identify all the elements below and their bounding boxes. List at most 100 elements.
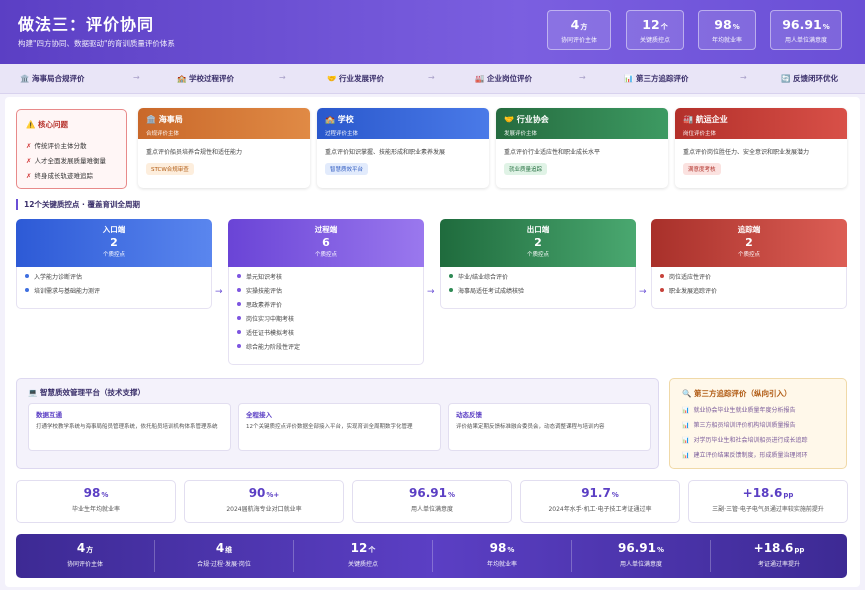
platform-box-feedback: 动态反馈 评价结果定期反馈标准融合委员会，动态调整课程与培训内容 (448, 403, 651, 451)
core-problem-item: ✗ 人才全面发展质量难衡量 (26, 157, 106, 165)
subject-card-maritime: 🏛️ 海事局 合规评价主体 重点评价船员培养合规性和适任能力 STCW合规审查 (138, 108, 310, 188)
evaluation-flow-bar: 🏛️ 海事局合规评价 → 🏫 学校过程评价 → 🤝 行业发展评价 → 🏭 企业岗… (0, 64, 865, 94)
summary-stat: 4方 协同评价主体 (66, 541, 103, 568)
summary-stat: 4维 合规·过程·发展·岗位 (197, 541, 251, 568)
core-problem-title: ⚠️ 核心问题 (26, 120, 68, 129)
cross-icon: ✗ (26, 172, 32, 180)
flow-step-industry: 🤝 行业发展评价 (327, 74, 384, 83)
stage-arrow-icon: → (427, 287, 435, 297)
stage-item: 单元知识考核 (237, 271, 415, 285)
subject-tag: STCW合规审查 (146, 163, 194, 175)
subject-tag: 就业质量追踪 (504, 163, 548, 175)
summary-stat: 12个 关键质控点 (347, 541, 378, 568)
flow-arrow-icon: → (579, 73, 586, 82)
flow-arrow-icon: → (133, 73, 140, 82)
subject-card-desc: 重点评价船员培养合规性和适任能力 (146, 149, 243, 156)
header-stat: 98% 年均就业率 (698, 10, 756, 50)
flow-arrow-icon: → (740, 73, 747, 82)
building-icon: 🏛️ (20, 74, 30, 83)
handshake-icon: 🤝 (504, 115, 514, 124)
subject-card-desc: 重点评价行业适应性和职业成长水平 (504, 149, 601, 156)
building-icon: 🏛️ (146, 115, 156, 124)
cycle-icon: 🔄 (781, 74, 791, 83)
third-party-item: 📊 就业协会毕业生就业质量年度分析报告 (682, 407, 796, 414)
stage-list-tracking: 岗位适应性评价 职业发展追踪评价 (651, 267, 847, 309)
chart-icon: 📊 (682, 422, 690, 429)
header-stat: 4方 协同评价主体 (547, 10, 611, 50)
subject-card-desc: 重点评价知识掌握、技能形成和职业素养发展 (325, 149, 446, 156)
handshake-icon: 🤝 (327, 74, 337, 83)
chart-icon: 📊 (682, 407, 690, 414)
kpi-card: 96.91% 用人单位满意度 (352, 480, 512, 523)
platform-panel: 💻 智慧质效管理平台（技术支撑） 数据互通 打通学校教学系统与海事局船员管理系统，… (16, 378, 659, 469)
platform-box-data: 数据互通 打通学校教学系统与海事局船员管理系统，依托船员培训机构体系管理系统 (28, 403, 231, 451)
kpi-card: 91.7% 2024年水手·机工·电子技工考证通过率 (520, 480, 680, 523)
chart-icon: 📊 (682, 437, 690, 444)
page-title: 做法三：评价协同 (18, 15, 155, 34)
stage-list-entry: 入学能力诊断评估 培训需求与基础能力测评 (16, 267, 212, 309)
third-party-item: 📊 对学历毕业生和社会培训船员进行成长追踪 (682, 437, 808, 444)
platform-box-access: 全程接入 12个关键质控点评价数据全部接入平台，实现育训全周期数字化管理 (238, 403, 441, 451)
section-title: 12个关键质控点 · 覆盖育训全周期 (16, 199, 140, 210)
core-problem-item: ✗ 终身成长轨迹难追踪 (26, 172, 93, 180)
summary-stat: +18.6pp 考证通过率提升 (753, 541, 805, 568)
factory-icon: 🏭 (683, 115, 693, 124)
subject-card-header: 🏫 学校 过程评价主体 (317, 108, 489, 139)
third-party-panel: 🔍 第三方追踪评价（纵向引入） 📊 就业协会毕业生就业质量年度分析报告 📊 第三方船… (669, 378, 847, 469)
third-party-item: 📊 建立评价结果反馈制度，形成质量治理闭环 (682, 452, 808, 459)
subject-card-header: 🏭 航运企业 岗位评价主体 (675, 108, 847, 139)
subject-card-school: 🏫 学校 过程评价主体 重点评价知识掌握、技能形成和职业素养发展 智慧质效平台 (317, 108, 489, 188)
third-party-item: 📊 第三方船员培训评价机构培训质量报告 (682, 422, 796, 429)
kpi-card: 98% 毕业生年均就业率 (16, 480, 176, 523)
flow-step-third-party: 📊 第三方追踪评价 (624, 74, 689, 83)
core-problem-item: ✗ 传统评价主体分散 (26, 142, 87, 150)
header-stat: 12个 关键质控点 (626, 10, 684, 50)
third-party-title: 🔍 第三方追踪评价（纵向引入） (682, 389, 792, 398)
stage-item: 适任证书模拟考核 (237, 327, 415, 341)
stage-item: 入学能力诊断评估 (25, 271, 203, 285)
magnifier-icon: 🔍 (682, 389, 692, 398)
stage-item: 岗位实习中期考核 (237, 313, 415, 327)
subject-card-enterprise: 🏭 航运企业 岗位评价主体 重点评价岗位胜任力、安全意识和职业发展潜力 满意度考核 (675, 108, 847, 188)
kpi-card: +18.6pp 三副·三管·电子电气员通过率较实施前提升 (688, 480, 848, 523)
subject-card-industry: 🤝 行业协会 发展评价主体 重点评价行业适应性和职业成长水平 就业质量追踪 (496, 108, 668, 188)
header-banner: 做法三：评价协同 构建"四方协同、数据驱动"的育训质量评价体系 4方 协同评价主体… (0, 0, 865, 64)
subject-tag: 智慧质效平台 (325, 163, 369, 175)
stage-list-process: 单元知识考核 实操技能评估 思政素养评价 岗位实习中期考核 适任证书模拟考核 综… (228, 267, 424, 365)
subject-card-desc: 重点评价岗位胜任力、安全意识和职业发展潜力 (683, 149, 810, 156)
stage-item: 岗位适应性评价 (660, 271, 838, 285)
stage-item: 毕业/结业综合评价 (449, 271, 627, 285)
flow-step-feedback: 🔄 反馈闭环优化 (781, 74, 838, 83)
core-problem-card: ⚠️ 核心问题 ✗ 传统评价主体分散 ✗ 人才全面发展质量难衡量 ✗ 终身成长轨迹难追… (16, 109, 127, 189)
chart-icon: 📊 (624, 74, 634, 83)
page-subtitle: 构建"四方协同、数据驱动"的育训质量评价体系 (18, 39, 175, 48)
stage-item: 职业发展追踪评价 (660, 285, 838, 299)
header-stat: 96.91% 用人单位满意度 (770, 10, 842, 50)
stage-arrow-icon: → (215, 287, 223, 297)
flow-step-school: 🏫 学校过程评价 (177, 74, 234, 83)
subject-card-header: 🤝 行业协会 发展评价主体 (496, 108, 668, 139)
flow-step-maritime: 🏛️ 海事局合规评价 (20, 74, 85, 83)
school-icon: 🏫 (177, 74, 187, 83)
computer-icon: 💻 (28, 388, 38, 397)
subject-tag: 满意度考核 (683, 163, 721, 175)
main-panel: ⚠️ 核心问题 ✗ 传统评价主体分散 ✗ 人才全面发展质量难衡量 ✗ 终身成长轨迹难追… (5, 97, 860, 587)
warning-icon: ⚠️ (26, 120, 36, 129)
stage-item: 海事局适任考试成绩核验 (449, 285, 627, 299)
summary-stat: 98% 年均就业率 (486, 541, 517, 568)
stage-item: 实操技能评估 (237, 285, 415, 299)
flow-arrow-icon: → (428, 73, 435, 82)
stage-item: 思政素养评价 (237, 299, 415, 313)
chart-icon: 📊 (682, 452, 690, 459)
kpi-card: 90%+ 2024届航海专业对口就业率 (184, 480, 344, 523)
factory-icon: 🏭 (475, 74, 485, 83)
stage-arrow-icon: → (639, 287, 647, 297)
cross-icon: ✗ (26, 157, 32, 165)
stage-header-process: 过程端 6 个质控点 (228, 219, 424, 267)
subject-card-header: 🏛️ 海事局 合规评价主体 (138, 108, 310, 139)
stage-header-entry: 入口端 2 个质控点 (16, 219, 212, 267)
stage-item: 培训需求与基础能力测评 (25, 285, 203, 299)
school-icon: 🏫 (325, 115, 335, 124)
platform-title: 💻 智慧质效管理平台（技术支撑） (28, 388, 145, 397)
stage-header-tracking: 追踪端 2 个质控点 (651, 219, 847, 267)
